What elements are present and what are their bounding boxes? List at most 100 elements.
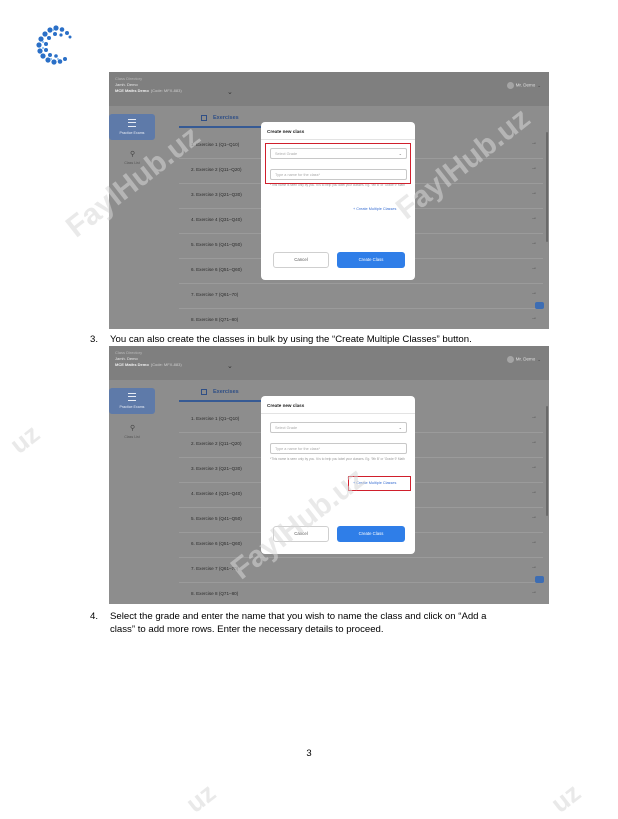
screenshot-create-multiple: Class Directory Jamh. Demo MCE Maths Dem… xyxy=(109,346,549,604)
sidebar-item-label: Class List xyxy=(124,161,140,165)
arrow-right-icon: → xyxy=(531,165,537,171)
user-menu[interactable]: Mr. Demo ⌄ xyxy=(506,82,541,89)
exercise-label: 2. Exercise 2 (Q11–Q20) xyxy=(191,167,242,172)
arrow-right-icon: → xyxy=(531,240,537,246)
arrow-right-icon: → xyxy=(531,489,537,495)
create-class-button[interactable]: Create Class xyxy=(337,252,405,268)
exercise-label: 8. Exercise 8 (Q71–80) xyxy=(191,317,239,322)
exercise-label: 1. Exercise 1 (Q1–Q10) xyxy=(191,416,240,421)
sidebar-item-label: Class List xyxy=(124,435,140,439)
exercise-label: 8. Exercise 8 (Q71–80) xyxy=(191,591,239,596)
sidebar-item-class-list[interactable]: ⚲ Class List xyxy=(109,424,155,444)
sidebar-item-label: Practice Exams xyxy=(119,405,145,409)
step-number: 3. xyxy=(90,334,99,345)
modal-title: Create new class xyxy=(267,129,305,134)
highlight-box xyxy=(348,476,411,491)
school-name: Jamh. Demo xyxy=(115,82,138,87)
exercise-label: 7. Exercise 7 (Q61–70) xyxy=(191,566,239,571)
sidebar-item-class-list[interactable]: ⚲ Class List xyxy=(109,150,155,170)
arrow-right-icon: → xyxy=(531,414,537,420)
person-icon: ⚲ xyxy=(130,151,136,158)
grade-select[interactable]: Select Grade ⌄ xyxy=(270,422,407,433)
company-logo xyxy=(36,25,72,65)
person-icon: ⚲ xyxy=(130,425,136,432)
list-item[interactable]: 8. Exercise 8 (Q71–80) → xyxy=(179,309,543,329)
arrow-right-icon: → xyxy=(531,140,537,146)
arrow-right-icon: → xyxy=(531,290,537,296)
breadcrumb-top[interactable]: Class Directory xyxy=(115,350,142,355)
user-menu[interactable]: Mr. Demo ⌄ xyxy=(506,356,541,363)
user-name: Mr. Demo xyxy=(515,356,536,362)
exercise-label: 1. Exercise 1 (Q1–Q10) xyxy=(191,142,240,147)
chevron-down-icon[interactable]: ⌄ xyxy=(227,88,233,96)
arrow-right-icon: → xyxy=(531,514,537,520)
breadcrumb-top[interactable]: Class Directory xyxy=(115,76,142,81)
arrow-right-icon: → xyxy=(531,439,537,445)
exercise-label: 4. Exercise 4 (Q31–Q40) xyxy=(191,491,242,496)
create-multiple-classes-link[interactable]: + Create Multiple Classes xyxy=(353,207,396,211)
sidebar-item-label: Practice Exams xyxy=(119,131,145,135)
create-class-modal: Create new class Select Grade ⌄ Type a na… xyxy=(261,396,415,554)
exercise-label: 5. Exercise 5 (Q41–Q50) xyxy=(191,516,242,521)
school-name: Jamh. Demo xyxy=(115,356,138,361)
arrow-right-icon: → xyxy=(531,215,537,221)
arrow-right-icon: → xyxy=(531,464,537,470)
list-icon xyxy=(128,119,136,127)
chevron-down-icon: ⌄ xyxy=(398,425,402,430)
scrollbar[interactable] xyxy=(546,132,548,242)
tab-label: Exercises xyxy=(213,389,239,395)
user-name: Mr. Demo xyxy=(515,82,536,88)
exercise-label: 5. Exercise 5 (Q41–Q50) xyxy=(191,242,242,247)
step-text: You can also create the classes in bulk … xyxy=(110,334,472,345)
workbook-code: (Code: MFX-883) xyxy=(150,362,182,367)
step-number: 4. xyxy=(90,611,99,622)
watermark-fragment: uz xyxy=(4,418,46,460)
user-icon xyxy=(506,82,514,89)
sidebar-item-practice-exams[interactable]: Practice Exams xyxy=(109,114,155,140)
table-icon xyxy=(201,389,207,395)
divider xyxy=(261,139,415,140)
page-number: 3 xyxy=(306,748,312,759)
cancel-button[interactable]: Cancel xyxy=(273,526,329,542)
arrow-right-icon: → xyxy=(531,589,537,595)
list-item[interactable]: 7. Exercise 7 (Q61–70) → xyxy=(179,558,543,583)
create-class-button[interactable]: Create Class xyxy=(337,526,405,542)
tab-label: Exercises xyxy=(213,115,239,121)
exercise-label: 6. Exercise 6 (Q51–Q60) xyxy=(191,267,242,272)
arrow-right-icon: → xyxy=(531,265,537,271)
chat-icon[interactable] xyxy=(535,302,544,309)
chevron-down-icon: ⌄ xyxy=(537,356,541,362)
exercise-label: 4. Exercise 4 (Q31–Q40) xyxy=(191,217,242,222)
scrollbar[interactable] xyxy=(546,406,548,516)
list-item[interactable]: 8. Exercise 8 (Q71–80) → xyxy=(179,583,543,604)
workbook-title[interactable]: MCE Maths Demo (Code: MFX-883) xyxy=(115,88,182,93)
arrow-right-icon: → xyxy=(531,315,537,321)
exercise-label: 3. Exercise 3 (Q21–Q30) xyxy=(191,192,242,197)
exercise-label: 3. Exercise 3 (Q21–Q30) xyxy=(191,466,242,471)
select-placeholder: Select Grade xyxy=(275,426,298,430)
user-icon xyxy=(506,356,514,363)
cancel-button[interactable]: Cancel xyxy=(273,252,329,268)
sidebar-item-practice-exams[interactable]: Practice Exams xyxy=(109,388,155,414)
arrow-right-icon: → xyxy=(531,564,537,570)
chat-icon[interactable] xyxy=(535,576,544,583)
highlight-box xyxy=(265,143,411,184)
list-item[interactable]: 7. Exercise 7 (Q61–70) → xyxy=(179,284,543,309)
watermark-fragment: uz xyxy=(545,777,587,819)
exercise-label: 7. Exercise 7 (Q61–70) xyxy=(191,292,239,297)
list-icon xyxy=(128,393,136,401)
chevron-down-icon[interactable]: ⌄ xyxy=(227,362,233,370)
divider xyxy=(261,413,415,414)
workbook-name: MCE Maths Demo xyxy=(115,362,149,367)
input-placeholder: Type a name for the class* xyxy=(275,447,320,451)
workbook-name: MCE Maths Demo xyxy=(115,88,149,93)
class-name-input[interactable]: Type a name for the class* xyxy=(270,443,407,454)
chevron-down-icon: ⌄ xyxy=(537,82,541,88)
table-icon xyxy=(201,115,207,121)
create-class-modal: Create new class Select Grade ⌄ Type a na… xyxy=(261,122,415,280)
workbook-title[interactable]: MCE Maths Demo (Code: MFX-883) xyxy=(115,362,182,367)
watermark-fragment: uz xyxy=(180,777,222,819)
step-text-line-1: Select the grade and enter the name that… xyxy=(110,611,487,622)
workbook-code: (Code: MFX-883) xyxy=(150,88,182,93)
step-4: 4. Select the grade and enter the name t… xyxy=(90,610,560,636)
